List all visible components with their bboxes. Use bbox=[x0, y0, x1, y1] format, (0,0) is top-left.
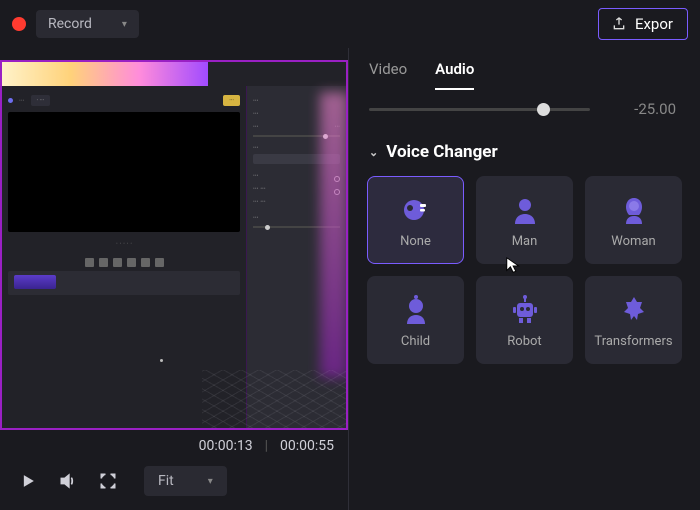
voice-card-man[interactable]: Man bbox=[476, 176, 573, 264]
fit-dropdown[interactable]: Fit ▾ bbox=[144, 466, 227, 496]
voice-label: Woman bbox=[611, 234, 655, 249]
section-title: Voice Changer bbox=[386, 142, 497, 162]
voice-card-robot[interactable]: Robot bbox=[476, 276, 573, 364]
voice-label: None bbox=[400, 234, 431, 249]
chevron-down-icon: ⌄ bbox=[369, 146, 378, 159]
preview-frame[interactable]: ··· · ··· ··· · · · · · ··· ··· ··· ··· bbox=[0, 60, 348, 430]
play-icon[interactable] bbox=[18, 471, 38, 491]
panel-tabs: Video Audio bbox=[349, 48, 700, 90]
child-icon bbox=[399, 293, 433, 327]
voice-grid: None Man Woman Child bbox=[349, 176, 700, 364]
voice-label: Man bbox=[512, 234, 538, 249]
tab-audio[interactable]: Audio bbox=[435, 60, 474, 90]
chevron-down-icon: ▾ bbox=[122, 19, 127, 30]
export-label: Expor bbox=[635, 15, 673, 33]
preview-controls: Fit ▾ bbox=[0, 454, 348, 502]
preview-video-area bbox=[8, 112, 240, 232]
record-dropdown[interactable]: Record ▾ bbox=[36, 10, 139, 38]
voice-card-transformers[interactable]: Transformers bbox=[585, 276, 682, 364]
man-icon bbox=[508, 193, 542, 227]
woman-icon bbox=[617, 193, 651, 227]
current-time: 00:00:13 bbox=[199, 438, 253, 454]
preview-column: ··· · ··· ··· · · · · · ··· ··· ··· ··· bbox=[0, 48, 348, 510]
record-group: Record ▾ bbox=[12, 10, 139, 38]
record-indicator-icon bbox=[12, 17, 26, 31]
main-area: ··· · ··· ··· · · · · · ··· ··· ··· ··· bbox=[0, 48, 700, 510]
preview-gradient bbox=[2, 62, 208, 86]
voice-label: Robot bbox=[507, 334, 541, 349]
total-time: 00:00:55 bbox=[280, 438, 334, 454]
time-display: 00:00:13 | 00:00:55 bbox=[0, 430, 348, 454]
slider-knob[interactable] bbox=[537, 103, 550, 116]
time-separator: | bbox=[265, 438, 268, 454]
preview-wireframe bbox=[202, 370, 348, 430]
volume-icon[interactable] bbox=[58, 471, 78, 491]
fit-label: Fit bbox=[158, 473, 174, 489]
voice-card-woman[interactable]: Woman bbox=[585, 176, 682, 264]
transformers-icon bbox=[617, 293, 651, 327]
voice-label: Child bbox=[401, 334, 430, 349]
gain-slider[interactable] bbox=[369, 108, 590, 111]
gain-value: -25.00 bbox=[620, 100, 676, 118]
export-button[interactable]: Expor bbox=[598, 8, 688, 40]
properties-panel: Video Audio -25.00 ⌄ Voice Changer None bbox=[348, 48, 700, 510]
voice-label: Transformers bbox=[594, 334, 672, 349]
fullscreen-icon[interactable] bbox=[98, 471, 118, 491]
voice-changer-header[interactable]: ⌄ Voice Changer bbox=[349, 124, 700, 176]
record-label: Record bbox=[48, 16, 92, 32]
voice-card-child[interactable]: Child bbox=[367, 276, 464, 364]
robot-icon bbox=[508, 293, 542, 327]
tab-video[interactable]: Video bbox=[369, 60, 407, 90]
preview-glow bbox=[320, 92, 348, 378]
none-icon bbox=[399, 193, 433, 227]
voice-card-none[interactable]: None bbox=[367, 176, 464, 264]
top-bar: Record ▾ Expor bbox=[0, 0, 700, 48]
export-icon bbox=[611, 16, 627, 32]
chevron-down-icon: ▾ bbox=[208, 476, 213, 487]
gain-row: -25.00 bbox=[349, 90, 700, 124]
